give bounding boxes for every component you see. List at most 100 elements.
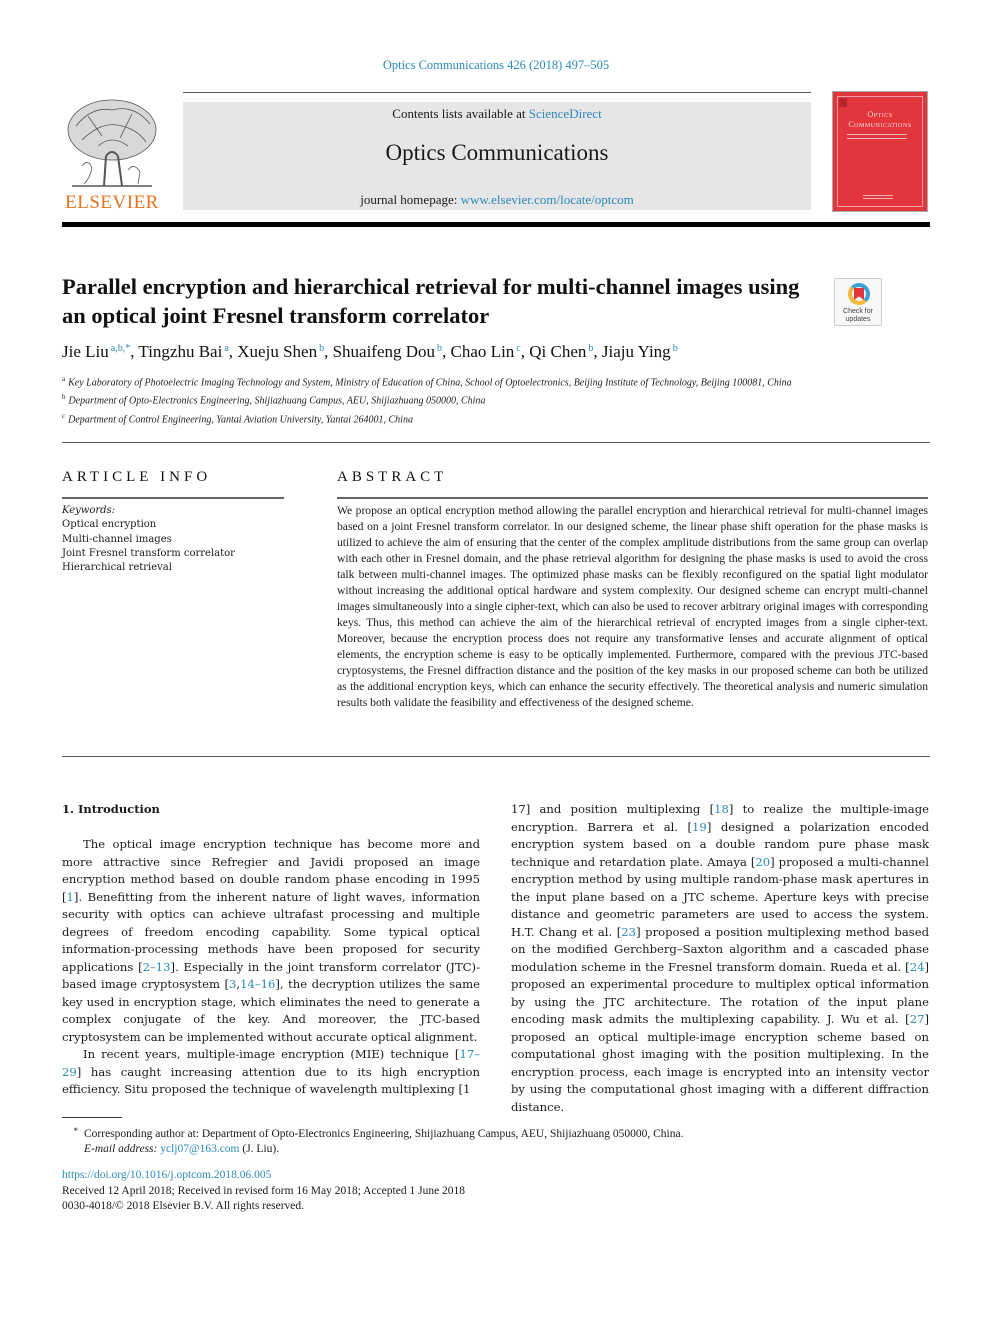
body-text: 17 [511,802,526,816]
cover-title-line2: Communications [848,120,912,129]
citation-link[interactable]: 1 [67,890,74,904]
affiliation-mark: b [62,393,66,402]
email-line: E-mail address: yclj07@163.com (J. Liu). [62,1142,822,1157]
publication-dates: Received 12 April 2018; Received in revi… [62,1184,466,1197]
check-updates-line1: Check for [843,308,873,315]
affiliation-mark: a [62,375,66,383]
author[interactable]: Qi Chen b [529,342,593,361]
intro-paragraph-2-continued: 17] and position multiplexing [18] to re… [511,801,929,1116]
author-name: Chao Lin [450,342,515,361]
affiliation-item: a Key Laboratory of Photoelectric Imaging… [62,372,802,390]
email-label: E-mail address: [84,1143,158,1155]
keyword-item: Optical encryption [62,519,157,531]
footnote-star: * [73,1126,79,1136]
cover-footer-lines [863,195,893,199]
journal-masthead: Contents lists available at ScienceDirec… [183,102,811,210]
cover-title-line1: Optics [867,110,893,119]
cover-subtitle-lines [847,134,907,139]
abstract-rule [337,497,928,499]
body-text: In recent years, multiple-image encrypti… [83,1047,460,1061]
citation-link[interactable]: 27 [910,1012,925,1026]
keywords-label: Keywords: [62,505,116,516]
journal-reference[interactable]: Optics Communications 426 (2018) 497–505 [0,58,992,73]
cover-logo-icon [839,98,847,107]
abstract-heading: ABSTRACT [337,469,448,485]
email-link[interactable]: yclj07@163.com [160,1143,239,1155]
author-name: Shuaifeng Dou [332,342,436,361]
affiliations-rule [62,442,930,443]
author-name: Jiaju Ying [601,342,671,361]
introduction-heading: 1. Introduction [62,802,160,816]
affiliations: a Key Laboratory of Photoelectric Imaging… [62,372,802,427]
abstract-bottom-rule [62,756,930,757]
article-info-heading: ARTICLE INFO [62,469,212,485]
elsevier-logo[interactable]: ELSEVIER [62,96,162,214]
intro-paragraph-1: The optical image encryption technique h… [62,836,480,1046]
citation-link[interactable]: 14–16 [240,977,275,991]
homepage-prefix: journal homepage: [360,192,461,207]
author[interactable]: Tingzhu Bai a [138,342,228,361]
keyword-item: Hierarchical retrieval [62,562,172,574]
homepage-link[interactable]: www.elsevier.com/locate/optcom [461,192,634,207]
check-updates-line2: updates [845,316,871,323]
affiliation-text: Department of Control Engineering, Yanta… [68,413,413,425]
author[interactable]: Chao Lin c [451,342,521,361]
contents-prefix: Contents lists available at [392,106,529,121]
elsevier-wordmark: ELSEVIER [65,192,159,213]
body-text: ] has caught increasing attention due to… [62,1064,480,1097]
affiliation-item: c Department of Control Engineering, Yant… [62,409,802,427]
author-affiliation-mark[interactable]: a,b,* [111,343,130,354]
keywords-block: Keywords: Optical encryption Multi-chann… [62,504,292,575]
citation-link[interactable]: 23 [621,925,636,939]
citation-link[interactable]: 2–13 [143,960,171,974]
author-name: Qi Chen [529,342,587,361]
intro-paragraph-2: In recent years, multiple-image encrypti… [62,1046,480,1099]
copyright-line: 0030-4018/© 2018 Elsevier B.V. All right… [62,1200,305,1212]
doi-link[interactable]: https://doi.org/10.1016/j.optcom.2018.06… [62,1168,822,1184]
author-name: Xueju Shen [237,342,318,361]
header-thick-rule [62,222,930,227]
article-info-rule [62,497,284,499]
citation-link[interactable]: 20 [755,855,770,869]
author-affiliation-mark[interactable]: c [516,343,520,354]
abstract-text: We propose an optical encryption method … [337,504,928,709]
corresponding-line: * Corresponding author at: Department of … [62,1124,822,1142]
publication-info: https://doi.org/10.1016/j.optcom.2018.06… [62,1168,822,1215]
check-for-updates-button[interactable]: Check for updates [834,278,882,326]
author-affiliation-mark[interactable]: b [437,343,442,354]
corresponding-text: Corresponding author at: Department of O… [84,1128,684,1140]
sciencedirect-link[interactable]: ScienceDirect [529,106,602,121]
author[interactable]: Xueju Shen b [237,342,324,361]
author[interactable]: Jiaju Ying b [602,342,678,361]
author-name: Jie Liu [62,342,109,361]
footnote-rule [62,1117,122,1118]
homepage-line: journal homepage: www.elsevier.com/locat… [183,192,811,208]
journal-cover[interactable]: Optics Communications [832,91,928,212]
affiliation-text: Department of Opto-Electronics Engineeri… [68,395,486,407]
citation-link[interactable]: 19 [692,820,707,834]
keyword-item: Multi-channel images [62,533,172,545]
check-updates-label: Check for updates [835,308,881,324]
header-rule [183,92,811,93]
author-affiliation-mark[interactable]: b [673,343,678,354]
tree-icon [67,99,157,187]
citation-link[interactable]: 24 [910,960,925,974]
affiliation-text: Key Laboratory of Photoelectric Imaging … [68,377,792,389]
intro-column-right: 17] and position multiplexing [18] to re… [511,801,929,1116]
author[interactable]: Shuaifeng Dou b [333,342,442,361]
author-affiliation-mark[interactable]: b [319,343,324,354]
citation-link[interactable]: 18 [714,802,729,816]
affiliation-item: b Department of Opto-Electronics Engineer… [62,390,802,408]
cover-title: Optics Communications [837,110,923,130]
email-suffix: (J. Liu). [239,1143,280,1155]
author[interactable]: Jie Liu a,b,* [62,342,130,361]
body-text: 1 [463,1082,471,1096]
author-affiliation-mark[interactable]: a [224,343,228,354]
author-affiliation-mark[interactable]: b [588,343,593,354]
author-list: Jie Liu a,b,*, Tingzhu Bai a, Xueju Shen b,… [62,342,678,361]
body-text: ] proposed an optical multiple-image enc… [511,1012,929,1114]
body-text: ] and position multiplexing [ [525,802,715,816]
journal-reference-link[interactable]: Optics Communications 426 (2018) 497–505 [383,58,609,72]
journal-title: Optics Communications [385,140,609,165]
affiliation-mark: c [62,411,66,420]
